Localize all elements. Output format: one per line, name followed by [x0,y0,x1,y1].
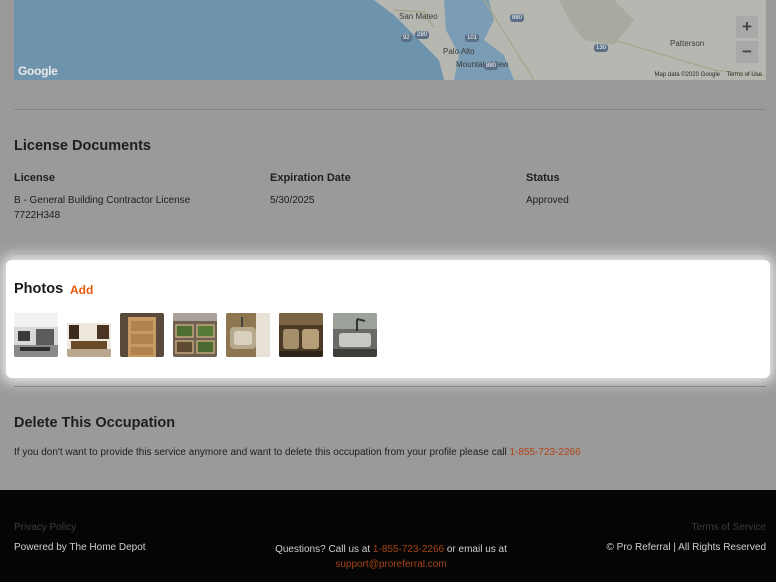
map-city-label: Palo Alto [443,47,475,56]
location-map[interactable]: San Mateo Palo Alto Mountain View Patter… [14,0,766,80]
kitchen-island-photo-image [67,313,111,357]
email-prefix-text: or email us at [446,544,507,555]
map-data-attribution: Map data ©2020 Google [654,72,720,78]
double-sink-photo-image [279,313,323,357]
highway-shield: 880 [484,62,499,70]
license-status: Approved [526,195,569,206]
divider [14,386,766,387]
map-terrain [14,0,766,80]
support-email-link[interactable]: support@proreferral.com [335,559,446,570]
highway-shield: 130 [594,44,609,52]
delete-phone-link[interactable]: 1-855-723-2266 [510,447,581,458]
license-column-header: License [14,172,55,184]
google-logo[interactable]: Google [18,64,58,78]
highway-shield: 880 [510,14,525,22]
license-title: B - General Building Contractor License [14,195,191,206]
expiration-column-header: Expiration Date [270,172,351,184]
status-column-header: Status [526,172,560,184]
map-city-label: Patterson [670,39,705,48]
photo-thumbnail-garden-beds[interactable] [173,313,217,357]
add-photo-link[interactable]: Add [70,283,93,297]
map-city-label: San Mateo [399,12,438,21]
license-name: B - General Building Contractor License … [14,194,190,223]
powered-by-text: Powered by The Home Depot [14,542,146,553]
photo-thumbnail-kitchen[interactable] [14,313,58,357]
copyright-text: © Pro Referral | All Rights Reserved [606,542,766,553]
license-number: 7722H348 [14,209,61,221]
map-city-label: Mountain View [456,60,509,69]
terms-of-service-link[interactable]: Terms of Service [692,522,766,533]
map-terms-link[interactable]: Terms of Use [727,72,762,78]
photo-thumbnail-faucet[interactable] [333,313,377,357]
footer-phone-link[interactable]: 1-855-723-2266 [373,544,444,555]
highway-shield: 92 [401,34,412,42]
site-footer: Privacy Policy Terms of Service Powered … [0,490,776,582]
footer-contact: Questions? Call us at 1-855-723-2266 or … [272,542,510,572]
delete-message-text: If you don't want to provide this servic… [14,447,507,458]
delete-occupation-message: If you don't want to provide this servic… [14,447,581,458]
faucet-photo-image [333,313,377,357]
cabinet-photo-image [120,313,164,357]
photo-thumbnail-cabinet[interactable] [120,313,164,357]
sink-photo-image [226,313,270,357]
license-documents-title: License Documents [14,138,151,154]
garden-beds-photo-image [173,313,217,357]
photo-thumbnail-kitchen-island[interactable] [67,313,111,357]
zoom-in-button[interactable]: + [736,16,758,38]
photo-thumbnail-sink[interactable] [226,313,270,357]
privacy-policy-link[interactable]: Privacy Policy [14,522,76,533]
zoom-out-button[interactable]: − [736,41,758,63]
divider [14,109,766,110]
photos-title: Photos [14,281,64,297]
license-expiration-date: 5/30/2025 [270,195,315,206]
highway-shield: 280 [415,31,430,39]
delete-occupation-title: Delete This Occupation [14,415,176,431]
kitchen-photo-image [14,313,58,357]
questions-text: Questions? Call us at [275,544,371,555]
photos-section: Photos Add [6,260,770,378]
photo-thumbnail-double-sink[interactable] [279,313,323,357]
highway-shield: 101 [465,34,480,42]
divider [14,253,766,254]
